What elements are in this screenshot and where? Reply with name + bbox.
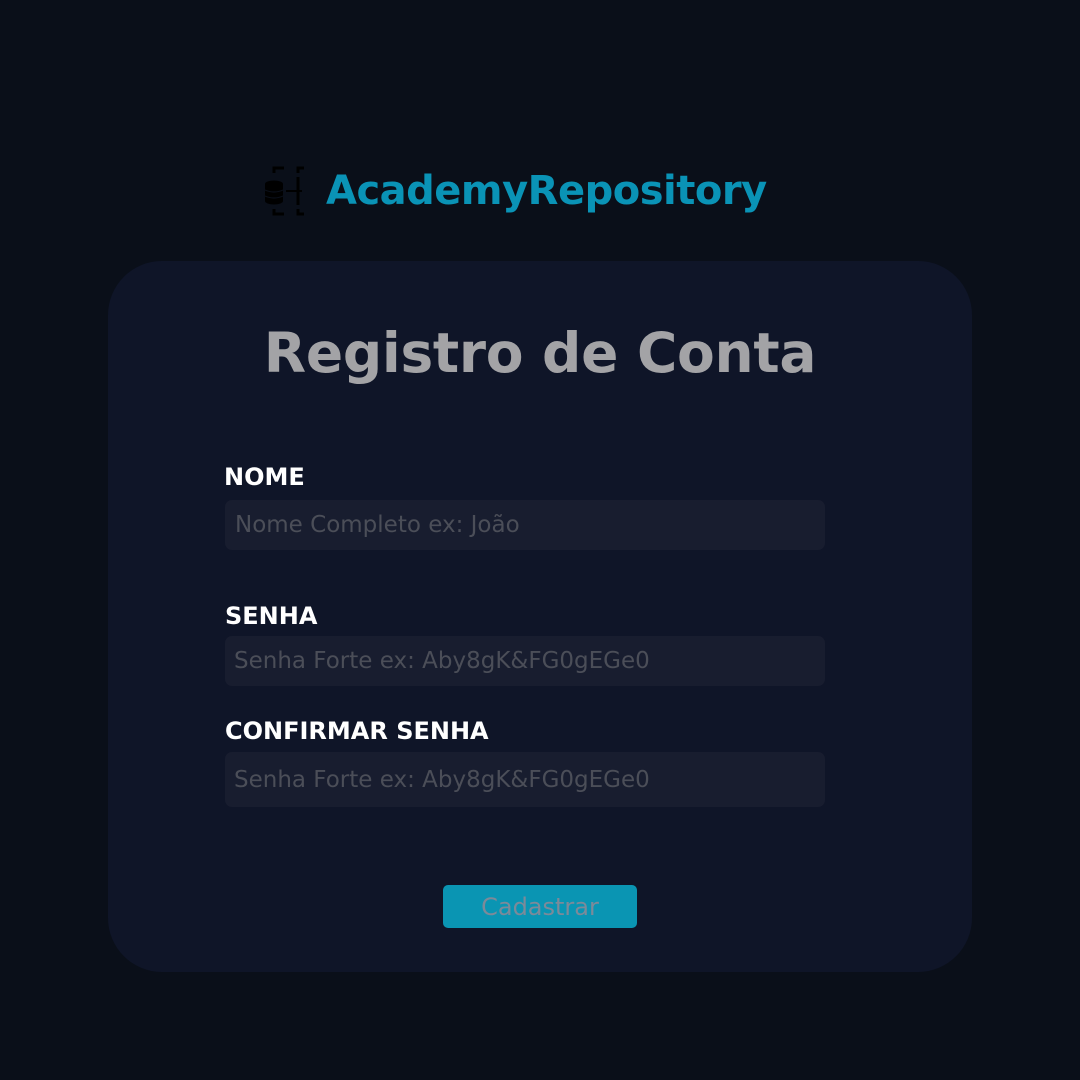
database-network-icon xyxy=(264,166,304,216)
brand-header: AcademyRepository xyxy=(262,163,767,219)
register-button[interactable]: Cadastrar xyxy=(443,885,637,928)
password-field[interactable] xyxy=(225,636,825,686)
confirm-password-field[interactable] xyxy=(225,752,825,807)
registration-card: Registro de Conta NOME SENHA CONFIRMAR S… xyxy=(108,261,972,972)
name-field[interactable] xyxy=(225,500,825,550)
password-label: SENHA xyxy=(225,602,318,630)
brand-name: AcademyRepository xyxy=(326,168,767,214)
page-title: Registro de Conta xyxy=(263,321,817,385)
confirm-password-label: CONFIRMAR SENHA xyxy=(225,717,489,745)
name-label: NOME xyxy=(224,463,305,491)
